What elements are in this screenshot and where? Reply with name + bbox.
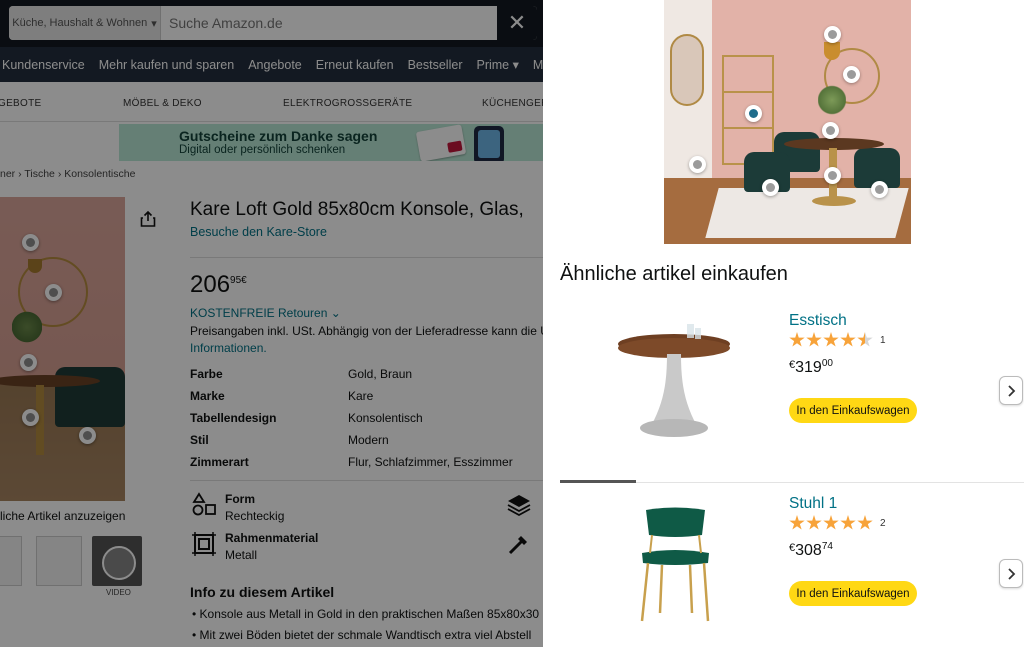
shop-the-look-panel: Ähnliche artikel einkaufen Esstisch 1 €3… (543, 0, 1024, 647)
review-count: 2 (880, 517, 886, 529)
add-to-cart-button[interactable]: In den Einkaufswagen (789, 581, 917, 606)
item-price: €30874 (789, 541, 833, 560)
section-title: Ähnliche artikel einkaufen (560, 263, 788, 285)
modal-backdrop[interactable] (0, 0, 543, 647)
hotspot-dot[interactable] (871, 181, 888, 198)
price-main: 308 (795, 542, 822, 559)
price-cents: 74 (821, 541, 833, 552)
star-icon (823, 332, 839, 347)
star-icon (857, 515, 873, 530)
hotspot-dot[interactable] (843, 66, 860, 83)
rating-stars[interactable]: 1 (789, 332, 886, 348)
star-icon (806, 515, 822, 530)
mirror-shape (670, 34, 704, 106)
screen: Küche, Haushalt & Wohnen ▾ Suche Amazon.… (0, 0, 1024, 647)
price-cents: 00 (821, 358, 833, 369)
hotspot-dot[interactable] (762, 179, 779, 196)
star-icon (840, 332, 856, 347)
dining-table-image[interactable] (617, 322, 732, 444)
star-icon (789, 515, 805, 530)
star-icon (823, 515, 839, 530)
hotspot-dot[interactable] (689, 156, 706, 173)
next-button[interactable] (999, 559, 1023, 588)
star-icon (789, 332, 805, 347)
hotspot-dot[interactable] (824, 167, 841, 184)
star-icon (806, 332, 822, 347)
dining-chair-image[interactable] (638, 505, 713, 625)
item-name-link[interactable]: Esstisch (789, 312, 847, 330)
table-base-shape (812, 196, 856, 206)
rating-stars[interactable]: 2 (789, 515, 886, 531)
plant-shape (818, 80, 846, 120)
chevron-right-icon (1008, 384, 1016, 397)
chevron-right-icon (1008, 567, 1016, 580)
room-scene-image (664, 0, 911, 244)
price-main: 319 (795, 359, 822, 376)
scroll-indicator (560, 480, 636, 483)
add-to-cart-button[interactable]: In den Einkaufswagen (789, 398, 917, 423)
pendant-lamp-shape (824, 42, 840, 60)
review-count: 1 (880, 334, 886, 346)
star-icon (840, 515, 856, 530)
hotspot-dot[interactable] (822, 122, 839, 139)
item-price: €31900 (789, 358, 833, 377)
item-name-link[interactable]: Stuhl 1 (789, 495, 837, 513)
half-star-icon (857, 332, 873, 347)
next-button[interactable] (999, 376, 1023, 405)
hotspot-dot[interactable] (824, 26, 841, 43)
hotspot-dot-active[interactable] (745, 105, 762, 122)
